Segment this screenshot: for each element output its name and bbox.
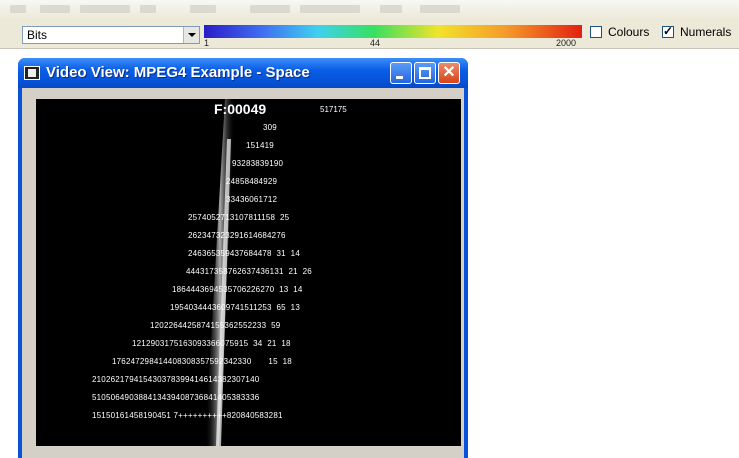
color-scale-mid: 44 [370, 38, 381, 48]
toolbar-strip [0, 0, 739, 21]
color-scale-max: 2000 [556, 38, 577, 48]
video-view-window: Video View: MPEG4 Example - Space ✕ F:00… [18, 58, 468, 458]
toolbar-ghost-icon [80, 5, 130, 13]
toolbar-ghost-icon [10, 5, 26, 13]
block-values-row: 246365359437684478 31 14 [188, 249, 300, 258]
block-values-row: 2574052713107811158 25 [188, 213, 290, 222]
color-scale-ticks: 1 44 2000 [204, 38, 582, 48]
video-frame[interactable]: F:00049 517175 309 151419 93283839190 24… [36, 99, 461, 446]
frame-number-label: F:00049 [214, 101, 267, 117]
metric-select-value: Bits [27, 28, 48, 42]
colours-checkbox[interactable] [590, 26, 602, 38]
film-icon [24, 66, 40, 80]
toolbar-ghost-icon [420, 5, 460, 13]
block-values-row: 1212903175163093366075915 34 21 18 [132, 339, 291, 348]
toolbar-ghost-icon [250, 5, 290, 13]
block-values-row: 176247298414408308357592342330 15 18 [112, 357, 292, 366]
metric-select[interactable]: Bits [22, 26, 200, 44]
block-values-row: 15150161458190451 7++++++++++82084058328… [92, 411, 283, 420]
block-values-row: 151419 [246, 141, 274, 150]
block-values-row: 33436061712 [226, 195, 278, 204]
toolbar-ghost-icon [190, 5, 216, 13]
block-values-row: 1864443694535706226270 13 14 [172, 285, 303, 294]
display-options-bar: Bits 1 44 2000 Colours Numerals [0, 20, 739, 49]
window-client-area: F:00049 517175 309 151419 93283839190 24… [22, 88, 464, 458]
maximize-icon [419, 67, 431, 79]
block-values-row: 510506490388413439408736841405383336 [92, 393, 260, 402]
block-values-row: 1954034443609741511253 65 13 [170, 303, 300, 312]
numerals-label: Numerals [680, 25, 732, 39]
close-button[interactable]: ✕ [438, 62, 460, 84]
block-values-row: 262347323291614684276 [188, 231, 286, 240]
block-values-row: 24858484929 [226, 177, 278, 186]
block-values-row: 444317358762637436131 21 26 [186, 267, 312, 276]
block-values-row: 1202264425874155362552233 59 [150, 321, 281, 330]
block-values-row: 210262179415430378399414614382307140 [92, 375, 260, 384]
close-icon: ✕ [442, 64, 456, 81]
toolbar-ghost-icon [300, 5, 360, 13]
minimize-icon [396, 76, 403, 79]
color-scale-min: 1 [204, 38, 210, 48]
block-values-row: 309 [263, 123, 277, 132]
chevron-down-icon[interactable] [183, 27, 199, 43]
window-title: Video View: MPEG4 Example - Space [46, 64, 310, 81]
frame-bits-value: 517175 [320, 105, 347, 114]
window-titlebar[interactable]: Video View: MPEG4 Example - Space ✕ [18, 58, 468, 88]
block-values-row: 93283839190 [232, 159, 284, 168]
colours-label: Colours [608, 25, 650, 39]
toolbar-ghost-icon [40, 5, 70, 13]
toolbar-ghost-icon [380, 5, 402, 13]
maximize-button[interactable] [414, 62, 436, 84]
color-scale-bar [204, 25, 582, 38]
minimize-button[interactable] [390, 62, 412, 84]
toolbar-ghost-icon [140, 5, 156, 13]
numerals-checkbox[interactable] [662, 24, 674, 38]
